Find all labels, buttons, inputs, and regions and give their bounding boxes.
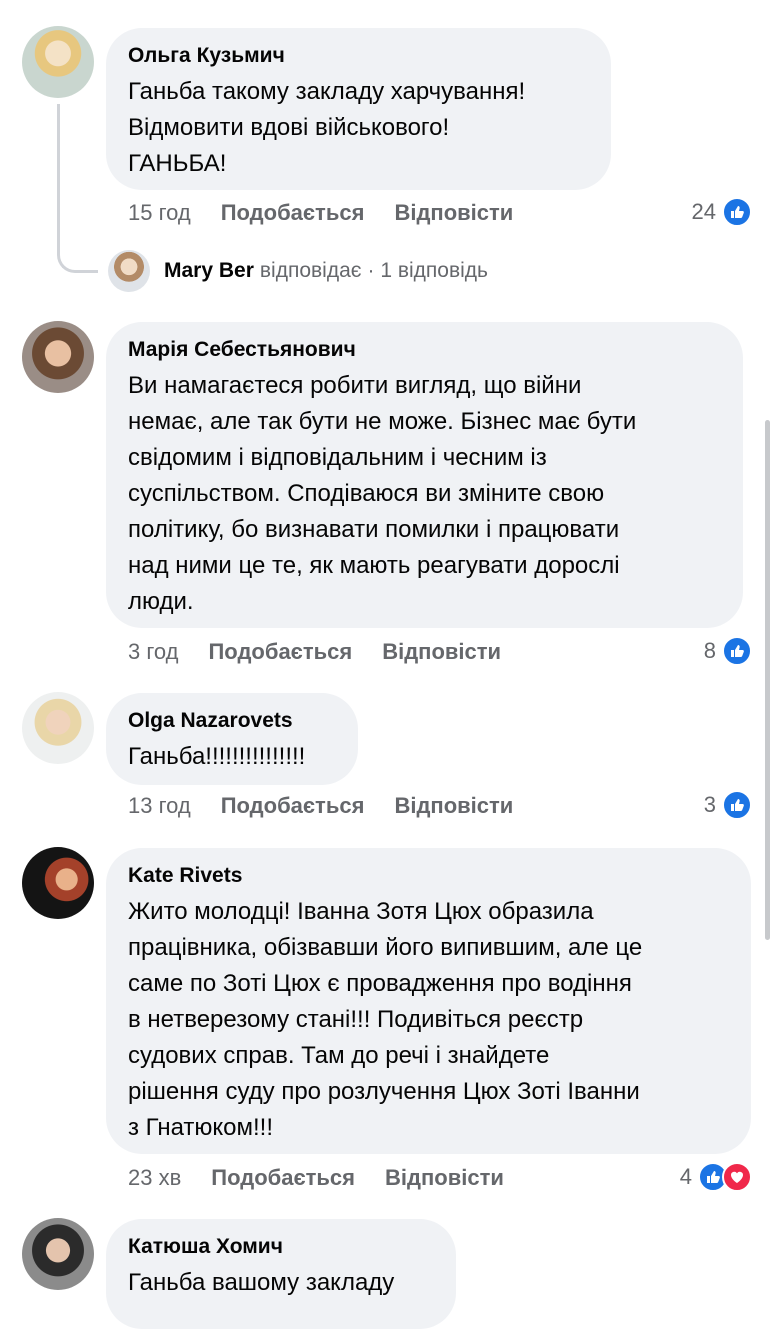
reply-button[interactable]: Відповісти bbox=[394, 200, 513, 226]
reply-verb: відповідає bbox=[259, 259, 362, 282]
comment-time[interactable]: 13 год bbox=[128, 793, 191, 819]
reactions[interactable]: 4 bbox=[680, 1162, 752, 1192]
comment-text: Ганьба такому закладу харчування! Відмов… bbox=[128, 78, 526, 177]
comment-meta: 15 год Подобається Відповісти bbox=[128, 198, 513, 228]
reply-button[interactable]: Відповісти bbox=[382, 639, 501, 665]
reply-button[interactable]: Відповісти bbox=[385, 1165, 504, 1191]
comment-text: Ганьба вашому закладу bbox=[128, 1269, 395, 1296]
comment-bubble: Olga Nazarovets Ганьба!!!!!!!!!!!!!!! bbox=[106, 693, 358, 785]
reaction-count: 8 bbox=[703, 638, 716, 663]
reply-button[interactable]: Відповісти bbox=[394, 793, 513, 819]
like-icon bbox=[722, 790, 752, 820]
scrollbar[interactable] bbox=[765, 420, 770, 940]
like-button[interactable]: Подобається bbox=[211, 1165, 355, 1191]
comment-author[interactable]: Olga Nazarovets bbox=[128, 707, 336, 735]
comment-meta: 13 год Подобається Відповісти bbox=[128, 791, 513, 821]
heart-icon bbox=[722, 1162, 752, 1192]
comment-bubble: Катюша Хомич Ганьба вашому закладу bbox=[106, 1219, 456, 1329]
reply-author: Mary Ber bbox=[164, 259, 254, 282]
avatar bbox=[108, 250, 150, 292]
avatar[interactable] bbox=[22, 847, 94, 919]
like-button[interactable]: Подобається bbox=[221, 200, 365, 226]
comment-bubble: Ольга Кузьмич Ганьба такому закладу харч… bbox=[106, 28, 611, 190]
avatar[interactable] bbox=[22, 692, 94, 764]
comment-author[interactable]: Kate Rivets bbox=[128, 862, 729, 890]
comment-time[interactable]: 3 год bbox=[128, 639, 178, 665]
like-icon bbox=[722, 636, 752, 666]
reaction-count: 24 bbox=[691, 199, 716, 224]
avatar[interactable] bbox=[22, 26, 94, 98]
comment-author[interactable]: Ольга Кузьмич bbox=[128, 42, 589, 70]
comment-time[interactable]: 15 год bbox=[128, 200, 191, 226]
like-button[interactable]: Подобається bbox=[208, 639, 352, 665]
comment-meta: 3 год Подобається Відповісти bbox=[128, 637, 501, 667]
avatar[interactable] bbox=[22, 1218, 94, 1290]
comment-bubble: Kate Rivets Жито молодці! Іванна Зотя Цю… bbox=[106, 848, 751, 1154]
reply-count: · 1 відповідь bbox=[367, 259, 488, 282]
comment-author[interactable]: Марія Себестьянович bbox=[128, 336, 721, 364]
like-icon bbox=[722, 197, 752, 227]
reactions[interactable]: 8 bbox=[704, 636, 752, 666]
like-button[interactable]: Подобається bbox=[221, 793, 365, 819]
reactions[interactable]: 3 bbox=[704, 790, 752, 820]
reactions[interactable]: 24 bbox=[692, 197, 752, 227]
comment-time[interactable]: 23 хв bbox=[128, 1165, 181, 1191]
avatar[interactable] bbox=[22, 321, 94, 393]
reaction-count: 4 bbox=[679, 1164, 692, 1189]
reaction-count: 3 bbox=[703, 792, 716, 817]
comment-meta: 23 хв Подобається Відповісти bbox=[128, 1163, 504, 1193]
comment-bubble: Марія Себестьянович Ви намагаєтеся робит… bbox=[106, 322, 743, 628]
reply-thread[interactable]: Mary Ber відповідає · 1 відповідь bbox=[108, 250, 488, 292]
comment-text: Ганьба!!!!!!!!!!!!!!! bbox=[128, 743, 306, 770]
comment-author[interactable]: Катюша Хомич bbox=[128, 1233, 434, 1261]
comment-text: Ви намагаєтеся робити вигляд, що війни н… bbox=[128, 372, 637, 615]
thread-line bbox=[57, 104, 98, 273]
comment-text: Жито молодці! Іванна Зотя Цюх образила п… bbox=[128, 898, 643, 1141]
